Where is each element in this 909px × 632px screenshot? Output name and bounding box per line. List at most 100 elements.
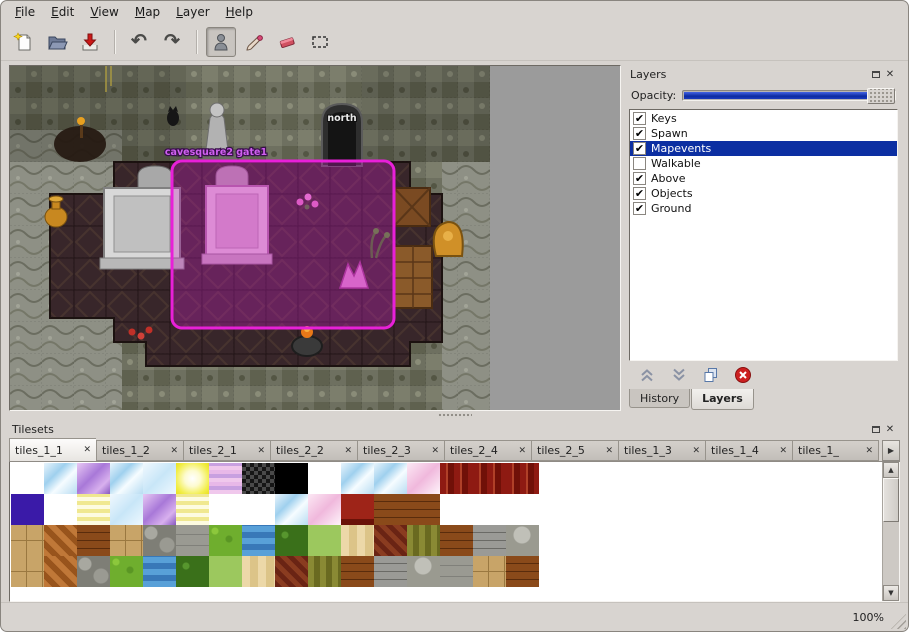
tileset-tab-tiles_1_2[interactable]: tiles_1_2✕ [96,440,183,461]
tileset-tile[interactable] [308,556,341,587]
tileset-tile[interactable] [11,525,44,556]
layer-visibility-checkbox[interactable]: ✔ [633,112,646,125]
dock-tab-history[interactable]: History [629,389,690,408]
layer-visibility-checkbox[interactable]: ✔ [633,127,646,140]
tileset-tile[interactable] [110,494,143,525]
tileset-tile[interactable] [176,556,209,587]
close-tab-icon[interactable]: ✕ [83,445,91,455]
layer-visibility-checkbox[interactable]: ✔ [633,202,646,215]
tileset-tab-tiles_2_4[interactable]: tiles_2_4✕ [444,440,531,461]
tileset-tile[interactable] [506,556,539,587]
undo-button[interactable]: ↶ [124,27,154,57]
tileset-tile[interactable] [143,525,176,556]
tileset-tile[interactable] [473,525,506,556]
tileset-tile[interactable] [440,494,473,525]
tileset-tab-tiles_1_1[interactable]: tiles_1_1✕ [9,438,96,461]
tilesets-panel-titlebar[interactable]: Tilesets ✕ [9,420,900,438]
layer-row-ground[interactable]: ✔Ground [630,201,897,216]
close-tab-icon[interactable]: ✕ [605,446,613,456]
tileset-tile[interactable] [110,556,143,587]
close-tab-icon[interactable]: ✕ [257,446,265,456]
tileset-tile[interactable] [44,494,77,525]
open-file-button[interactable] [42,27,72,57]
tileset-tile[interactable] [143,494,176,525]
tileset-tile[interactable] [506,525,539,556]
tileset-tile[interactable] [473,494,506,525]
opacity-slider[interactable] [682,90,896,101]
layer-row-above[interactable]: ✔Above [630,171,897,186]
scrollbar-handle[interactable] [883,478,899,522]
tileset-tile[interactable] [341,494,374,525]
tileset-tile[interactable] [143,463,176,494]
tileset-tile[interactable] [407,463,440,494]
menu-layer[interactable]: Layer [168,3,217,21]
tileset-tile[interactable] [242,494,275,525]
tileset-tile[interactable] [176,463,209,494]
tileset-tile[interactable] [275,494,308,525]
tileset-tile[interactable] [275,463,308,494]
scrollbar-track[interactable] [883,478,899,585]
tileset-tile[interactable] [275,556,308,587]
layer-visibility-checkbox[interactable]: ✔ [633,172,646,185]
tileset-tile[interactable] [143,556,176,587]
tileset-tile[interactable] [473,556,506,587]
tileset-tab-tiles_1_3[interactable]: tiles_1_3✕ [618,440,705,461]
tileset-tile[interactable] [44,556,77,587]
tileset-tile[interactable] [440,463,473,494]
tileset-tile[interactable] [374,556,407,587]
dock-tab-layers[interactable]: Layers [691,389,754,410]
close-tab-icon[interactable]: ✕ [431,446,439,456]
close-tab-icon[interactable]: ✕ [170,446,178,456]
tileset-tile[interactable] [11,494,44,525]
tileset-tile[interactable] [506,494,539,525]
tileset-tile[interactable] [374,463,407,494]
scroll-down-button[interactable]: ▼ [883,585,899,601]
tileset-tile[interactable] [506,463,539,494]
layer-visibility-checkbox[interactable]: ✔ [633,142,646,155]
tileset-tile[interactable] [341,525,374,556]
tileset-tile[interactable] [407,494,440,525]
redo-button[interactable]: ↷ [157,27,187,57]
tileset-tile[interactable] [44,463,77,494]
menu-edit[interactable]: Edit [43,3,82,21]
tileset-tile[interactable] [242,556,275,587]
tab-scroll-right-button[interactable]: ▶ [882,440,900,461]
close-tab-icon[interactable]: ✕ [692,446,700,456]
tileset-tile[interactable] [407,556,440,587]
tileset-tile[interactable] [110,525,143,556]
tileset-tile[interactable] [242,463,275,494]
float-panel-button[interactable] [869,67,883,81]
tileset-tab-tiles_1_[interactable]: tiles_1_✕ [792,440,879,461]
paint-tool-button[interactable] [239,27,269,57]
tileset-tile[interactable] [242,525,275,556]
tileset-tile[interactable] [77,494,110,525]
tileset-tile[interactable] [209,463,242,494]
tileset-tab-tiles_2_3[interactable]: tiles_2_3✕ [357,440,444,461]
tileset-tile[interactable] [440,556,473,587]
move-layer-up-button[interactable] [637,365,657,385]
menu-view[interactable]: View [82,3,126,21]
tileset-tab-tiles_1_4[interactable]: tiles_1_4✕ [705,440,792,461]
tileset-tile[interactable] [308,494,341,525]
close-tab-icon[interactable]: ✕ [865,446,873,456]
layer-row-spawn[interactable]: ✔Spawn [630,126,897,141]
tileset-tile[interactable] [341,463,374,494]
new-file-button[interactable] [9,27,39,57]
tileset-tile[interactable] [341,556,374,587]
tileset-tab-tiles_2_5[interactable]: tiles_2_5✕ [531,440,618,461]
close-panel-button[interactable]: ✕ [883,67,897,81]
tileset-tile[interactable] [110,463,143,494]
menu-map[interactable]: Map [127,3,168,21]
horizontal-splitter[interactable] [9,411,900,420]
layers-panel-titlebar[interactable]: Layers ✕ [627,65,900,83]
tileset-tile[interactable] [176,525,209,556]
delete-layer-button[interactable] [733,365,753,385]
tileset-tile[interactable] [473,463,506,494]
tileset-tile[interactable] [77,525,110,556]
layer-row-keys[interactable]: ✔Keys [630,111,897,126]
float-panel-button[interactable] [869,422,883,436]
tileset-tile[interactable] [209,525,242,556]
stamp-tool-button[interactable] [206,27,236,57]
layer-visibility-checkbox[interactable] [633,157,646,170]
close-tab-icon[interactable]: ✕ [779,446,787,456]
